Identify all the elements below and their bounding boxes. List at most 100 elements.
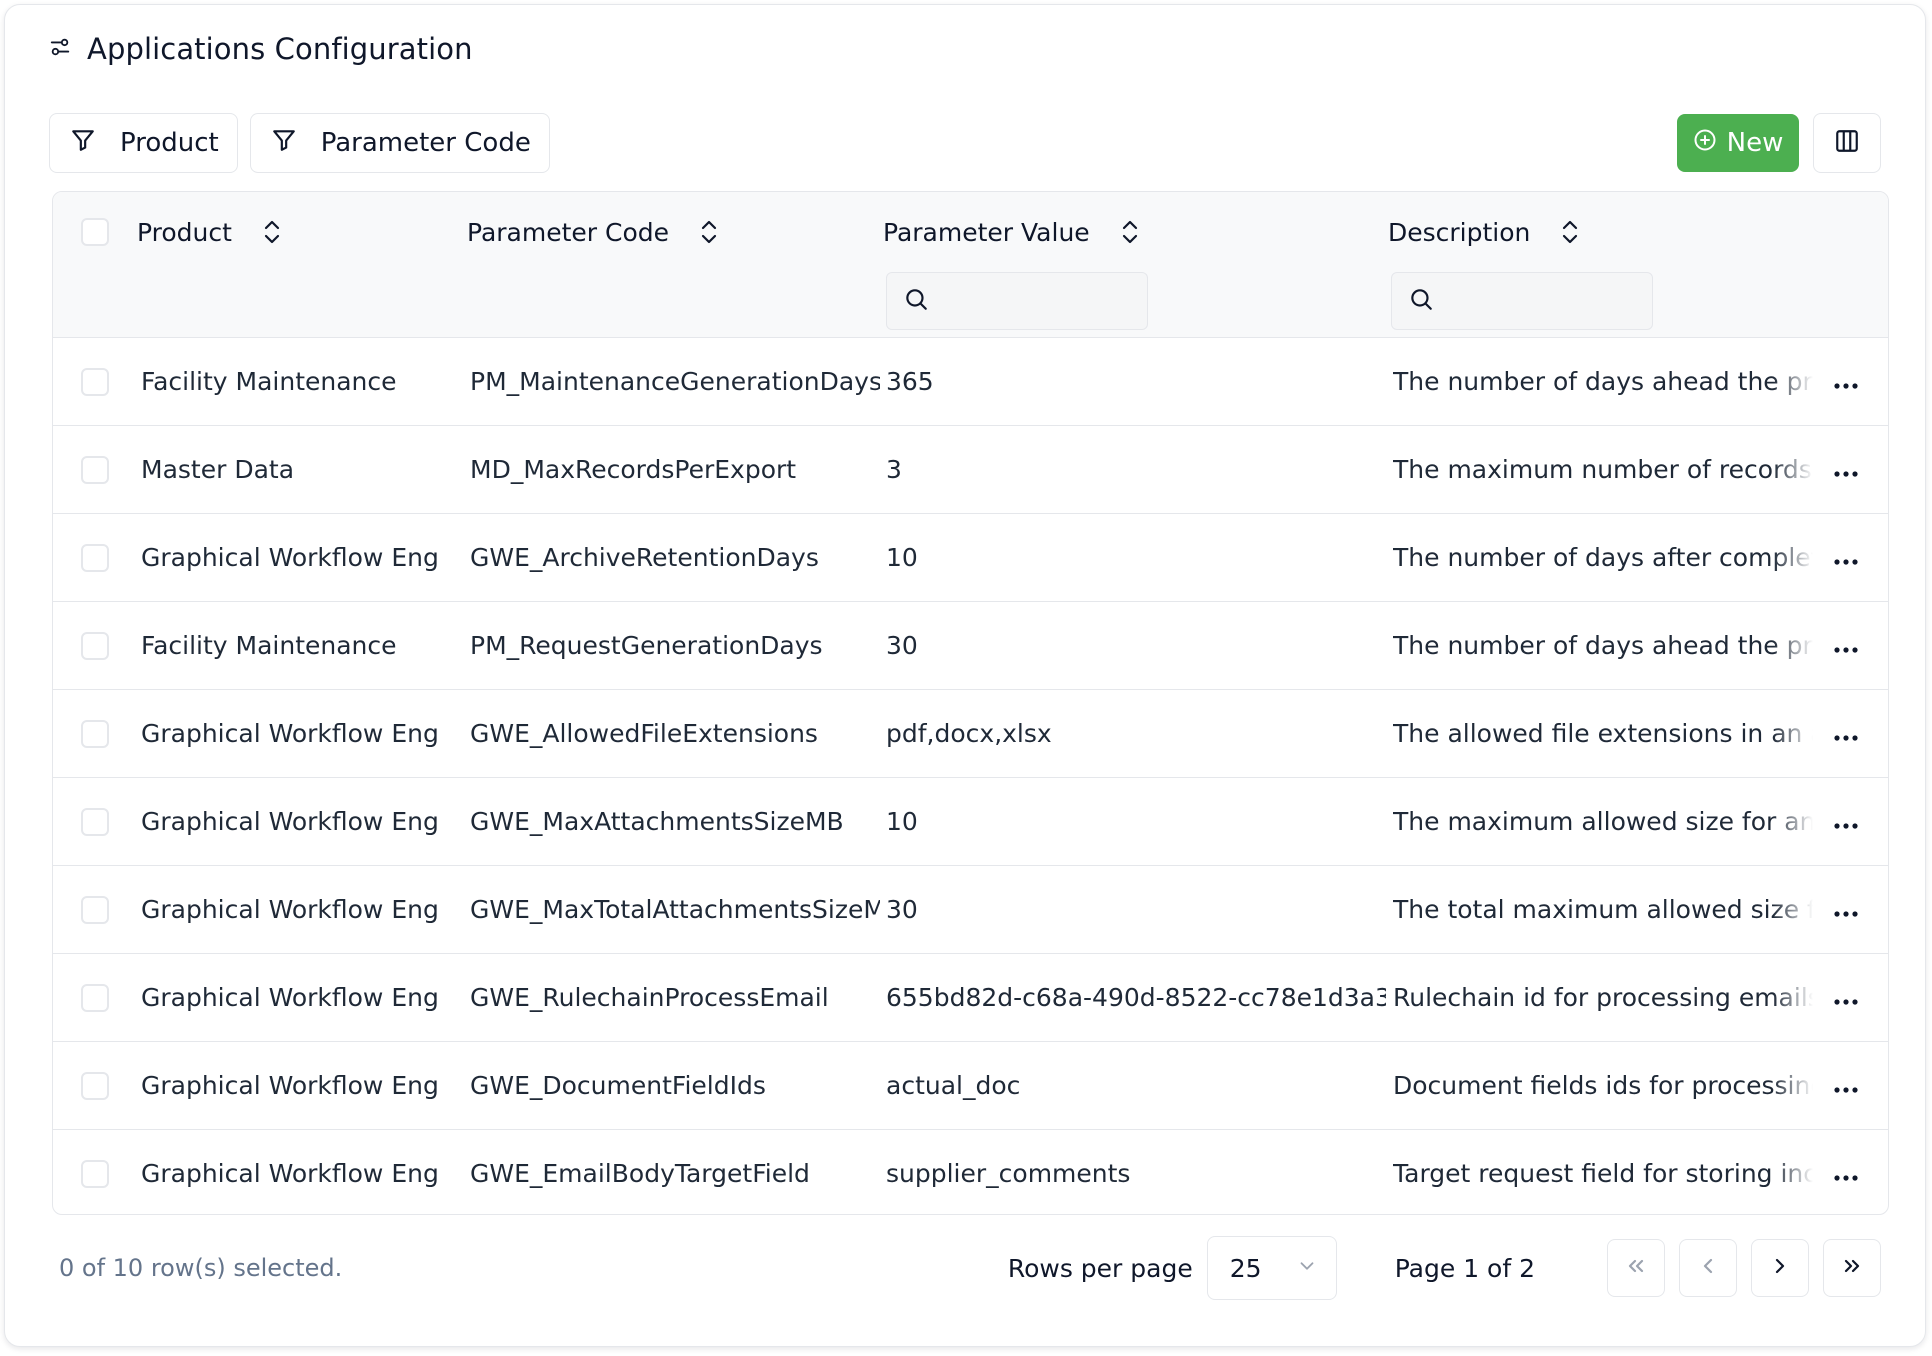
cell-parameter-code: GWE_EmailBodyTargetField: [470, 1159, 810, 1188]
search-icon: [1408, 286, 1434, 316]
product-filter-label: Product: [120, 128, 219, 158]
row-select-checkbox[interactable]: [81, 720, 109, 748]
row-select-checkbox[interactable]: [81, 808, 109, 836]
description-search[interactable]: [1391, 272, 1653, 330]
rows-per-page-select[interactable]: 25: [1206, 1236, 1337, 1300]
parameter-value-search-input[interactable]: [937, 287, 1137, 315]
row-actions-button[interactable]: [1823, 1042, 1869, 1129]
column-header-product[interactable]: Product: [137, 212, 282, 252]
row-actions-button[interactable]: [1823, 954, 1869, 1041]
cell-parameter-value: pdf,docx,xlsx: [886, 719, 1052, 748]
page-title: Applications Configuration: [87, 32, 473, 66]
table-body: Facility Maintenance PM_MaintenanceGenera…: [53, 338, 1888, 1214]
column-visibility-button[interactable]: [1813, 113, 1881, 173]
row-actions-button[interactable]: [1823, 602, 1869, 689]
cell-description: The allowed file extensions in an attach: [1393, 719, 1813, 748]
cell-parameter-code: GWE_AllowedFileExtensions: [470, 719, 818, 748]
parameter-value-search[interactable]: [886, 272, 1148, 330]
product-filter-button[interactable]: Product: [49, 113, 238, 173]
cell-parameter-code: GWE_DocumentFieldIds: [470, 1071, 766, 1100]
cell-product: Graphical Workflow Engine: [141, 543, 441, 572]
cell-product: Graphical Workflow Engine: [141, 895, 441, 924]
row-actions-button[interactable]: [1823, 866, 1869, 953]
table-row[interactable]: Master Data MD_MaxRecordsPerExport 3 The ma…: [53, 426, 1888, 514]
cell-parameter-value: 3: [886, 455, 902, 484]
page-header: Applications Configuration: [49, 29, 473, 69]
first-page-button[interactable]: [1607, 1239, 1665, 1297]
column-header-description[interactable]: Description: [1388, 212, 1580, 252]
table-row[interactable]: Graphical Workflow Engine GWE_MaxTotalAtt…: [53, 866, 1888, 954]
sort-icon[interactable]: [262, 218, 282, 246]
table-row[interactable]: Graphical Workflow Engine GWE_RulechainPr…: [53, 954, 1888, 1042]
cell-product: Graphical Workflow Engine: [141, 719, 441, 748]
cell-parameter-value: supplier_comments: [886, 1159, 1131, 1188]
row-select-checkbox[interactable]: [81, 368, 109, 396]
cell-parameter-value: actual_doc: [886, 1071, 1021, 1100]
row-select-checkbox[interactable]: [81, 984, 109, 1012]
cell-parameter-value: 655bd82d-c68a-490d-8522-cc78e1d3a363: [886, 983, 1386, 1012]
rows-per-page-label: Rows per page: [1007, 1253, 1193, 1283]
table-row[interactable]: Graphical Workflow Engine GWE_ArchiveRete…: [53, 514, 1888, 602]
more-horizontal-icon: [1833, 455, 1859, 484]
cell-product: Graphical Workflow Engine: [141, 1159, 441, 1188]
chevrons-left-icon: [1624, 1254, 1648, 1282]
table-footer: 0 of 10 row(s) selected. Rows per page 2…: [59, 1235, 1881, 1301]
more-horizontal-icon: [1833, 543, 1859, 572]
sort-icon[interactable]: [699, 218, 719, 246]
filter-icon: [70, 127, 96, 160]
previous-page-button[interactable]: [1679, 1239, 1737, 1297]
column-header-parameter-value[interactable]: Parameter Value: [883, 212, 1140, 252]
cell-description: Target request field for storing incomi: [1393, 1159, 1813, 1188]
table-row[interactable]: Facility Maintenance PM_RequestGeneration…: [53, 602, 1888, 690]
sort-icon[interactable]: [1560, 218, 1580, 246]
config-table: Product Parameter Code Parameter Value D…: [52, 191, 1889, 1215]
row-actions-button[interactable]: [1823, 338, 1869, 425]
table-row[interactable]: Graphical Workflow Engine GWE_DocumentFie…: [53, 1042, 1888, 1130]
more-horizontal-icon: [1833, 1159, 1859, 1188]
row-actions-button[interactable]: [1823, 690, 1869, 777]
search-icon: [903, 286, 929, 316]
settings-sliders-icon: [49, 36, 71, 62]
row-select-checkbox[interactable]: [81, 632, 109, 660]
parameter-code-filter-label: Parameter Code: [320, 128, 531, 158]
sort-icon[interactable]: [1120, 218, 1140, 246]
cell-description: The number of days after completion b: [1393, 543, 1813, 572]
cell-parameter-code: GWE_MaxAttachmentsSizeMB: [470, 807, 844, 836]
toolbar: Product Parameter Code New: [49, 113, 1881, 173]
filter-icon: [271, 127, 297, 160]
cell-parameter-value: 365: [886, 367, 934, 396]
cell-parameter-code: PM_MaintenanceGenerationDays: [470, 367, 880, 396]
row-actions-button[interactable]: [1823, 514, 1869, 601]
column-header-parameter-code[interactable]: Parameter Code: [467, 212, 719, 252]
config-card: Applications Configuration Product Param…: [4, 4, 1926, 1347]
cell-parameter-code: GWE_RulechainProcessEmail: [470, 983, 829, 1012]
row-select-checkbox[interactable]: [81, 896, 109, 924]
cell-description: Rulechain id for processing emails: [1393, 983, 1813, 1012]
row-actions-button[interactable]: [1823, 426, 1869, 513]
cell-parameter-value: 10: [886, 543, 918, 572]
row-select-checkbox[interactable]: [81, 1160, 109, 1188]
table-row[interactable]: Facility Maintenance PM_MaintenanceGenera…: [53, 338, 1888, 426]
description-search-input[interactable]: [1442, 287, 1642, 315]
select-all-checkbox[interactable]: [81, 218, 109, 246]
cell-product: Master Data: [141, 455, 295, 484]
next-page-button[interactable]: [1751, 1239, 1809, 1297]
last-page-button[interactable]: [1823, 1239, 1881, 1297]
table-row[interactable]: Graphical Workflow Engine GWE_EmailBodyTa…: [53, 1130, 1888, 1214]
row-actions-button[interactable]: [1823, 778, 1869, 865]
row-select-checkbox[interactable]: [81, 544, 109, 572]
new-button[interactable]: New: [1677, 114, 1799, 172]
cell-product: Graphical Workflow Engine: [141, 807, 441, 836]
parameter-code-filter-button[interactable]: Parameter Code: [249, 113, 550, 173]
chevrons-right-icon: [1840, 1254, 1864, 1282]
cell-parameter-code: GWE_MaxTotalAttachmentsSizeMB: [470, 895, 880, 924]
cell-product: Graphical Workflow Engine: [141, 983, 441, 1012]
table-row[interactable]: Graphical Workflow Engine GWE_MaxAttachme…: [53, 778, 1888, 866]
table-row[interactable]: Graphical Workflow Engine GWE_AllowedFile…: [53, 690, 1888, 778]
row-select-checkbox[interactable]: [81, 456, 109, 484]
rows-per-page-value: 25: [1229, 1253, 1262, 1283]
row-actions-button[interactable]: [1823, 1130, 1869, 1214]
plus-circle-icon: [1693, 128, 1717, 159]
row-select-checkbox[interactable]: [81, 1072, 109, 1100]
more-horizontal-icon: [1833, 1071, 1859, 1100]
